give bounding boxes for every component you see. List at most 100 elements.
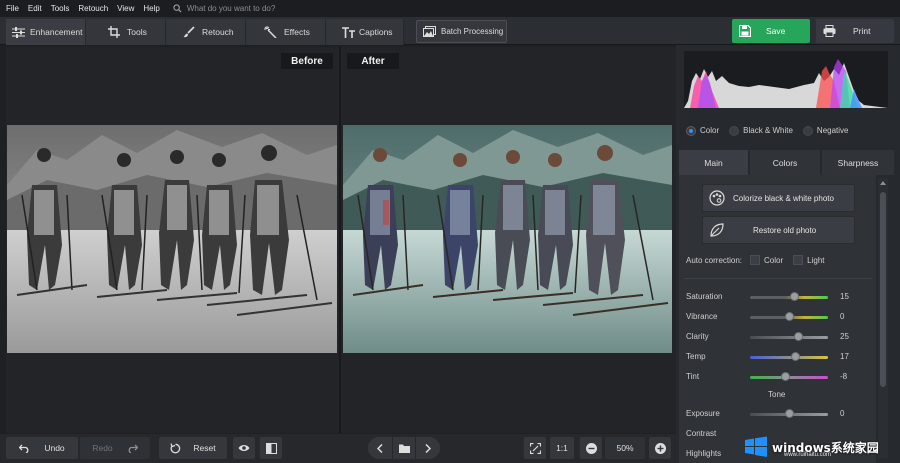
toolbar: Enhancement Tools Retouch Effects Captio… — [0, 17, 900, 45]
after-label: After — [347, 53, 399, 69]
compare-view-button[interactable] — [260, 437, 282, 459]
slider-temp[interactable]: Temp 17 — [686, 351, 856, 363]
slider-exposure[interactable]: Exposure 0 — [686, 408, 856, 420]
slider-saturation[interactable]: Saturation 15 — [686, 291, 856, 303]
next-photo-button[interactable] — [416, 437, 440, 459]
slider-label: Exposure — [686, 409, 720, 418]
restore-label: Restore old photo — [753, 225, 817, 235]
mode-color-radio[interactable]: Color — [686, 125, 720, 136]
tab-sharpness[interactable]: Sharpness — [822, 150, 894, 175]
tab-tools[interactable]: Tools — [86, 19, 166, 45]
slider-clarity[interactable]: Clarity 25 — [686, 331, 856, 343]
auto-color-label: Color — [764, 255, 784, 265]
menu-file[interactable]: File — [6, 4, 19, 13]
scrollbar-thumb[interactable] — [880, 192, 886, 387]
menu-tools[interactable]: Tools — [51, 4, 70, 13]
redo-icon — [127, 444, 138, 453]
reset-button[interactable]: Reset — [159, 437, 227, 459]
auto-light-label: Light — [807, 255, 825, 265]
sliders-icon — [12, 26, 25, 38]
panel-scrollbar[interactable] — [878, 178, 888, 458]
slider-knob[interactable] — [784, 312, 794, 321]
images-icon — [423, 26, 436, 37]
reset-label: Reset — [193, 443, 216, 453]
slider-label: Highlights — [686, 449, 722, 458]
zoom-level[interactable]: 50% — [605, 437, 645, 459]
tab-colors[interactable]: Colors — [750, 150, 820, 175]
auto-color-checkbox[interactable] — [750, 255, 761, 265]
preview-button[interactable] — [233, 437, 255, 459]
menu-help[interactable]: Help — [143, 4, 159, 13]
slider-value: 25 — [840, 332, 849, 341]
undo-button[interactable]: Undo — [6, 437, 78, 459]
text-icon — [342, 26, 355, 38]
menu-retouch[interactable]: Retouch — [78, 4, 108, 13]
slider-knob[interactable] — [793, 332, 803, 341]
slider-knob[interactable] — [781, 372, 791, 381]
search-box[interactable]: What do you want to do? — [173, 4, 276, 13]
slider-value: 15 — [840, 292, 849, 301]
print-label: Print — [853, 26, 871, 36]
slider-label: Clarity — [686, 332, 709, 341]
before-label: Before — [281, 53, 333, 69]
printer-icon — [823, 25, 836, 37]
mode-negative-radio[interactable]: Negative — [802, 125, 849, 136]
undo-label: Undo — [44, 443, 65, 453]
slider-knob[interactable] — [790, 352, 800, 361]
slider-value: 0 — [840, 409, 845, 418]
auto-light-checkbox[interactable] — [793, 255, 804, 265]
menu-view[interactable]: View — [117, 4, 134, 13]
fit-to-screen-button[interactable] — [524, 437, 546, 459]
slider-knob[interactable] — [789, 292, 799, 301]
search-icon — [173, 4, 182, 13]
mode-label: Color — [700, 126, 720, 135]
print-button[interactable]: Print — [816, 19, 894, 43]
radio-dot — [802, 125, 813, 136]
mode-black-white-radio[interactable]: Black & White — [729, 125, 793, 136]
auto-correction-label: Auto correction: — [686, 255, 743, 265]
scroll-up-icon[interactable] — [880, 181, 886, 185]
zoom-in-button[interactable] — [649, 437, 671, 459]
save-button[interactable]: Save — [732, 19, 810, 43]
reset-icon — [170, 442, 181, 454]
actual-size-button[interactable]: 1:1 — [550, 437, 574, 459]
slider-knob[interactable] — [784, 409, 794, 418]
batch-processing-button[interactable]: Batch Processing — [416, 20, 507, 43]
floppy-icon — [739, 25, 751, 37]
slider-track[interactable] — [750, 356, 828, 359]
tab-retouch[interactable]: Retouch — [166, 19, 246, 45]
zoom-out-button[interactable] — [580, 437, 602, 459]
tab-main[interactable]: Main — [679, 150, 748, 175]
colorize-button[interactable]: Colorize black & white photo — [702, 184, 855, 212]
radio-dot — [686, 125, 696, 136]
previous-photo-button[interactable] — [368, 437, 392, 459]
redo-button[interactable]: Redo — [80, 437, 150, 459]
slider-vibrance[interactable]: Vibrance 0 — [686, 311, 856, 323]
color-mode-group: Color Black & White Negative — [676, 118, 900, 143]
redo-label: Redo — [92, 443, 113, 453]
plus-circle-icon — [654, 442, 666, 454]
folder-icon — [398, 444, 410, 453]
mode-label: Negative — [816, 126, 849, 135]
auto-correction-row: Auto correction: Color Light — [686, 255, 825, 265]
batch-label: Batch Processing — [441, 27, 504, 36]
undo-icon — [19, 444, 30, 453]
tab-captions[interactable]: Captions — [326, 19, 404, 45]
chevron-right-icon — [425, 443, 431, 453]
menu-edit[interactable]: Edit — [28, 4, 42, 13]
tab-effects[interactable]: Effects — [246, 19, 326, 45]
compare-divider[interactable] — [339, 47, 341, 433]
tab-label: Effects — [284, 27, 310, 37]
after-photo — [343, 125, 672, 353]
slider-tint[interactable]: Tint -8 — [686, 371, 856, 383]
tab-label: Enhancement — [30, 27, 83, 37]
slider-track[interactable] — [750, 336, 828, 339]
tab-label: Tools — [127, 27, 147, 37]
tab-enhancement[interactable]: Enhancement — [6, 19, 86, 45]
before-photo — [7, 125, 337, 353]
restore-photo-button[interactable]: Restore old photo — [702, 216, 855, 244]
slider-value: 0 — [840, 312, 845, 321]
search-placeholder[interactable]: What do you want to do? — [187, 4, 276, 13]
open-folder-button[interactable] — [393, 437, 415, 459]
radio-dot — [729, 125, 740, 136]
